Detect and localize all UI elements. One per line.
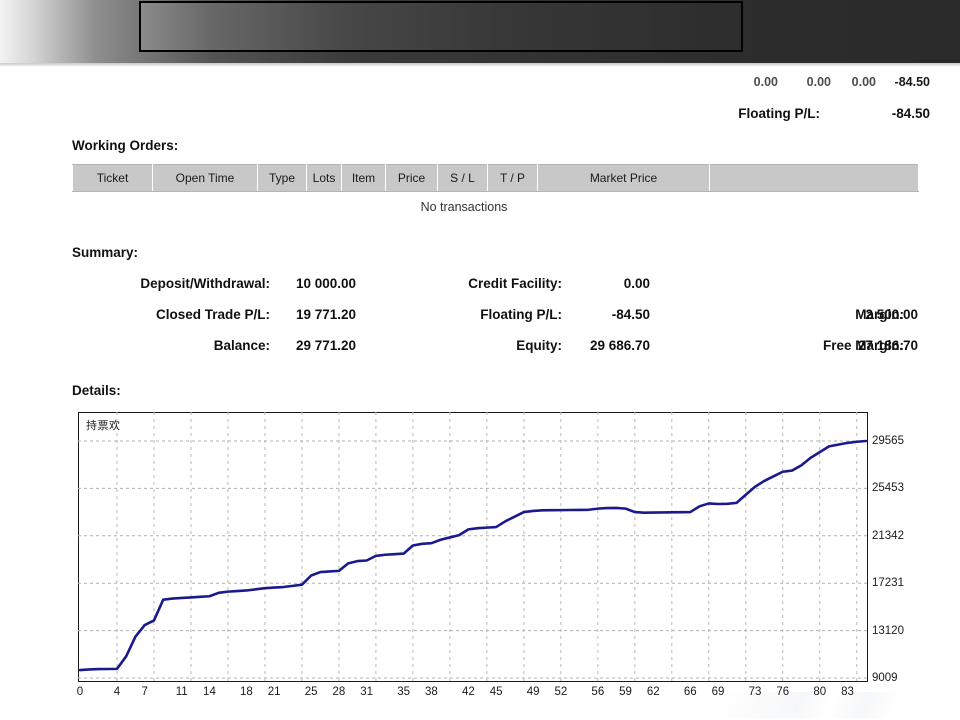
chart-x-tick-label: 76 [776,686,790,698]
column-header-t-p[interactable]: T / P [487,164,538,192]
summary-value-credit-facility: 0.00 [623,276,650,291]
chart-x-tick-label: 7 [141,686,148,698]
column-header-blank[interactable] [709,164,919,192]
chart-x-axis-labels: 0 4 7 11 14 18 21 25 28 31 35 38 42 45 49 52 56 59 62 66 69 7… [76,686,868,704]
chart-x-tick-label: 73 [748,686,762,698]
chart-x-tick-label: 69 [711,686,725,698]
summary-value-balance: 29 771.20 [295,338,356,353]
summary-label-deposit-withdrawal: Deposit/Withdrawal: [140,276,270,291]
chart-x-tick-label: 11 [175,686,188,698]
summary-value-free-margin: 27 186.70 [857,338,918,353]
chart-y-axis-labels: 9009 13120 17231 21342 25453 29565 [872,412,942,684]
chart-x-tick-label: 52 [554,686,568,698]
column-header-s-l[interactable]: S / L [437,164,488,192]
column-header-ticket[interactable]: Ticket [72,164,153,192]
top-number-4: -84.50 [894,75,930,89]
chart-y-tick-label: 29565 [872,435,904,447]
top-number-3: 0.00 [851,75,876,89]
chart-x-tick-label: 14 [203,686,216,698]
chart-plot-area [78,412,868,682]
chart-y-tick-label: 13120 [872,624,904,637]
summary-label-balance: Balance: [213,338,270,353]
chart-x-tick-label: 0 [76,686,84,698]
column-header-type[interactable]: Type [257,164,307,192]
column-header-price[interactable]: Price [385,164,438,192]
summary-value-equity: 29 686.70 [589,338,650,353]
chart-x-tick-label: 80 [813,686,827,698]
chart-x-tick-label: 4 [113,686,121,698]
chart-y-tick-label: 21342 [872,529,904,542]
floating-pl-row: Floating P/L: -84.50 [640,106,930,124]
chart-x-tick-label: 49 [526,686,540,698]
column-header-market-price[interactable]: Market Price [537,164,710,192]
no-transactions-message: No transactions [420,200,508,214]
table-header-row: Ticket Open Time Type Lots Item Price S / LT /… [72,164,919,192]
working-orders-table: Ticket Open Time Type Lots Item Price S / LT /… [72,164,919,192]
chart-y-tick-label: 17231 [872,577,904,590]
chart-x-tick-label: 62 [646,686,660,698]
chart-x-tick-label: 42 [461,686,475,698]
chart-x-tick-label: 45 [489,686,503,698]
chart-x-tick-label: 35 [397,686,411,698]
summary-value-closed-trade-pl: 19 771.20 [295,307,356,322]
chart-x-tick-label: 28 [332,686,346,698]
chart-series-line [78,439,868,672]
chart-x-tick-label: 18 [240,686,253,698]
chart-x-tick-label: 66 [683,686,697,698]
chart-y-tick-label: 25453 [872,482,904,495]
summary-label-credit-facility: Credit Facility: [468,276,562,291]
summary-value-floating-pl: -84.50 [611,307,650,322]
summary-label-equity: Equity: [516,338,562,353]
chart-y-tick-label: 9009 [872,672,898,684]
chart-x-tick-label: 21 [267,686,281,698]
floating-pl-value: -84.50 [891,106,930,121]
top-number-2: 0.00 [806,75,831,89]
floating-pl-label: Floating P/L: [738,106,820,121]
working-orders-title: Working Orders: [72,138,179,153]
chart-x-tick-label: 31 [360,686,374,698]
chart-x-tick-label: 25 [304,686,318,698]
summary-label-floating-pl: Floating P/L: [480,307,562,322]
chart-x-tick-label: 83 [841,686,854,698]
summary-label-closed-trade-pl: Closed Trade P/L: [155,307,270,322]
top-number-1: 0.00 [753,75,778,89]
summary-grid: Deposit/Withdrawal: 10 000.00 Closed Tra… [72,272,918,362]
equity-chart: 持票欢 [78,412,868,682]
details-title: Details: [72,383,121,398]
summary-value-margin: 2 500.00 [865,307,918,322]
banner-shadow [0,63,960,67]
chart-x-tick-label: 59 [619,686,632,698]
column-header-item[interactable]: Item [341,164,386,192]
column-header-lots[interactable]: Lots [306,164,342,192]
top-banner [0,0,960,63]
chart-x-tick-label: 56 [591,686,605,698]
summary-value-deposit-withdrawal: 10 000.00 [295,276,356,291]
column-header-open-time[interactable]: Open Time [152,164,258,192]
chart-legend-label: 持票欢 [86,420,121,432]
banner-title-box [139,1,743,52]
chart-x-tick-label: 38 [424,686,438,698]
top-summary-numbers: 0.00 0.00 0.00 -84.50 [700,75,930,91]
summary-title: Summary: [72,245,139,260]
